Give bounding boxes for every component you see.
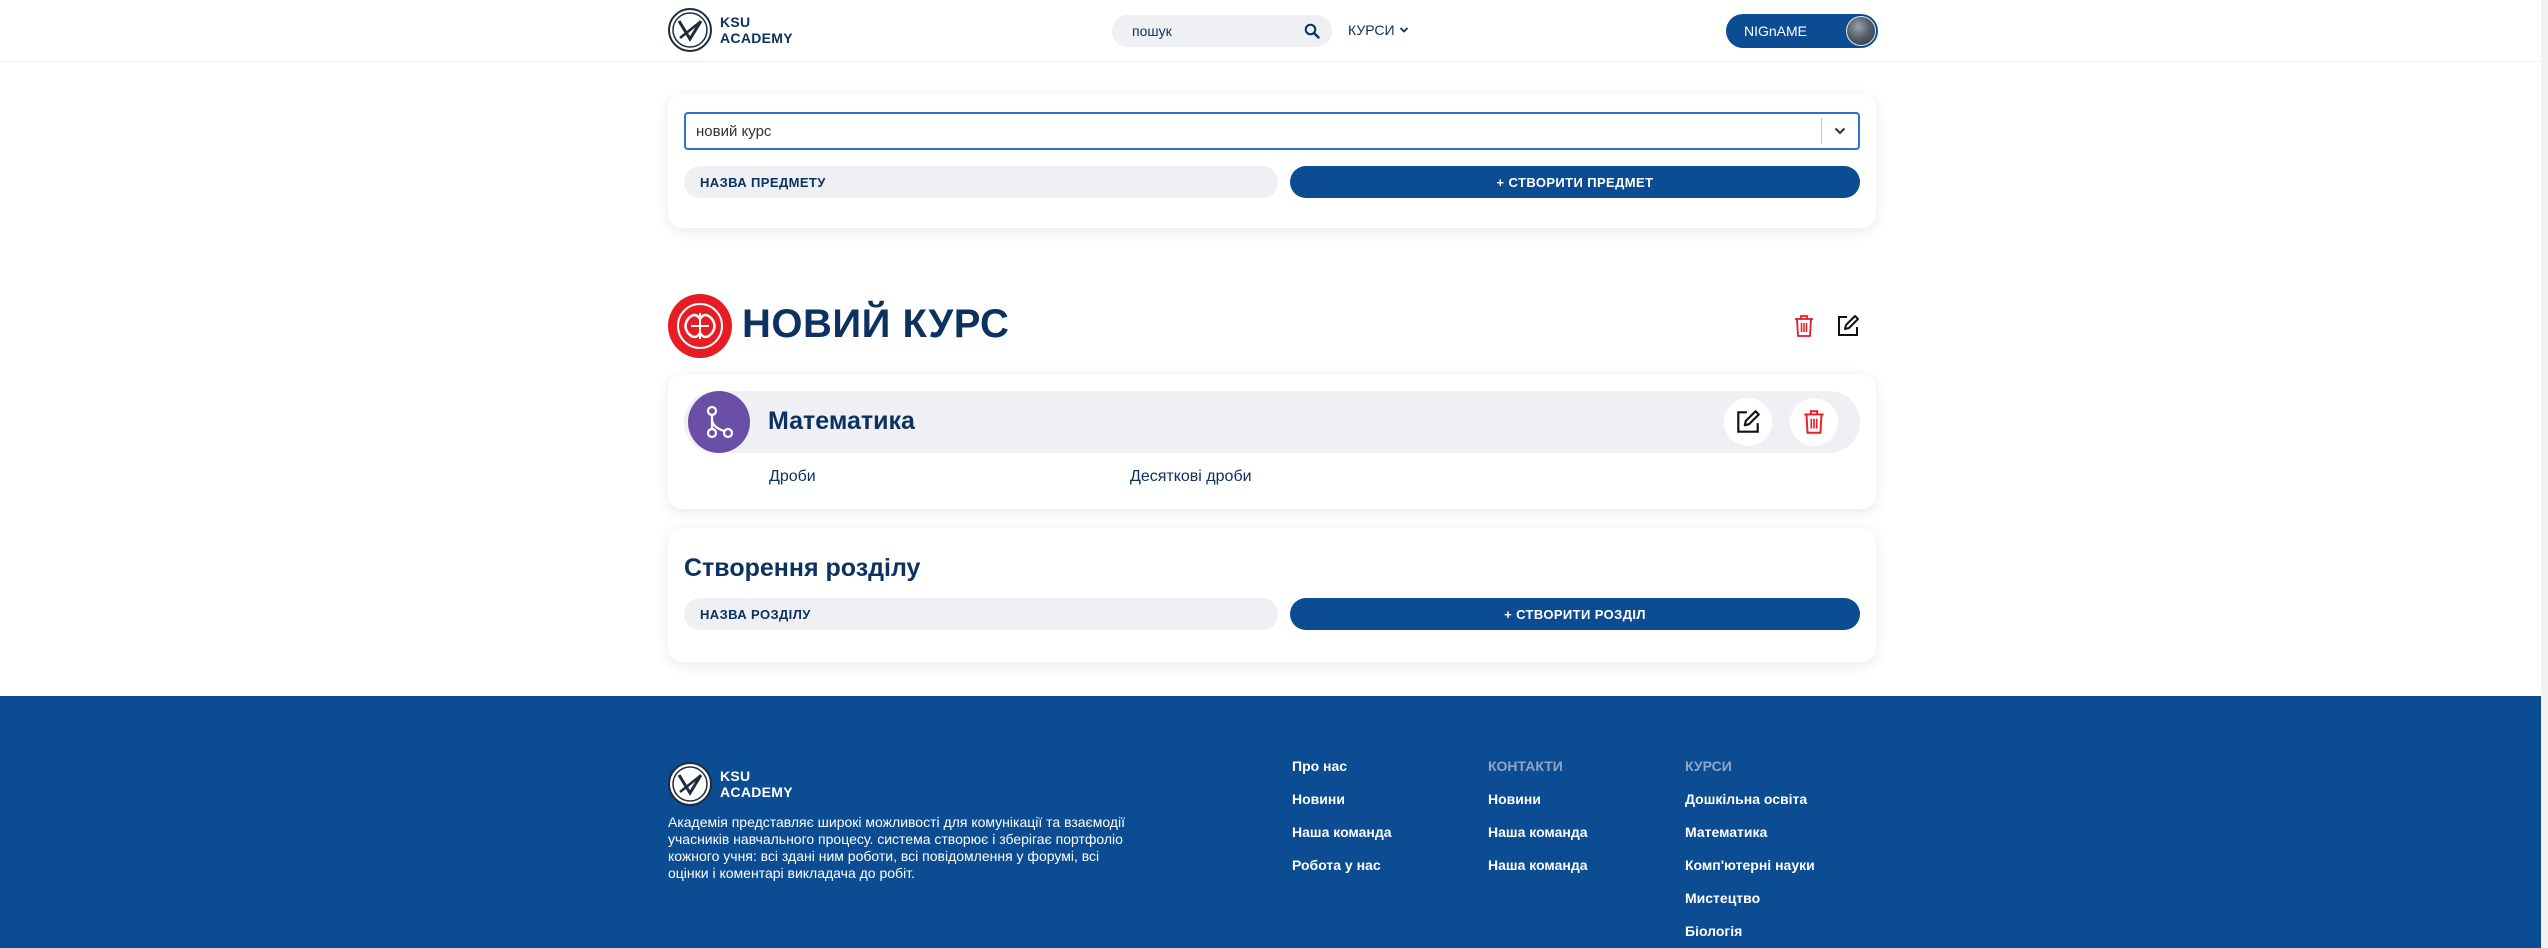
chevron-down-icon	[1399, 27, 1408, 33]
footer-description: Академія представляє широкі можливості д…	[668, 814, 1125, 881]
edit-icon	[1838, 315, 1859, 336]
section-name-input[interactable]: НАЗВА РОЗДІЛУ	[684, 598, 1278, 630]
footer: KSU ACADEMY Академія представляє широкі …	[0, 696, 2548, 948]
footer-link[interactable]: Робота у нас	[1292, 857, 1392, 876]
edit-course-button[interactable]	[1830, 308, 1866, 344]
course-select[interactable]: новий курс	[684, 112, 1860, 150]
footer-link[interactable]: Новини	[1292, 791, 1392, 810]
chevron-down-icon[interactable]	[1822, 124, 1858, 138]
logo-line-1: KSU	[720, 14, 751, 30]
subject-name-input[interactable]: НАЗВА ПРЕДМЕТУ	[684, 166, 1278, 198]
section-link[interactable]: Дроби	[769, 468, 816, 486]
footer-column-heading: КУРСИ	[1685, 758, 1732, 774]
logo-line-2: ACADEMY	[720, 30, 793, 46]
create-section-heading: Створення розділу	[684, 554, 921, 582]
branch-icon	[688, 391, 750, 453]
logo-line-2: ACADEMY	[720, 784, 793, 800]
search-input[interactable]: пошук	[1112, 15, 1332, 47]
footer-column-courses: КУРСИ Дошкільна освіта Математика Комп'ю…	[1685, 758, 1815, 948]
edit-subject-button[interactable]	[1724, 398, 1772, 446]
subject-row[interactable]: Математика	[684, 391, 1860, 453]
footer-column-heading: КОНТАКТИ	[1488, 758, 1563, 774]
top-navbar: KSU ACADEMY пошук КУРСИ NIGnAME	[0, 0, 2548, 62]
courses-dropdown[interactable]: КУРСИ	[1348, 22, 1409, 38]
create-subject-button[interactable]: + СТВОРИТИ ПРЕДМЕТ	[1290, 166, 1860, 198]
trash-icon	[1804, 410, 1824, 434]
delete-course-button[interactable]	[1786, 308, 1822, 344]
search-icon[interactable]	[1304, 23, 1320, 39]
create-section-card: Створення розділу НАЗВА РОЗДІЛУ + СТВОРИ…	[668, 528, 1876, 662]
course-title: НОВИЙ КУРС	[742, 302, 1010, 346]
user-menu-button[interactable]: NIGnAME	[1726, 14, 1878, 48]
course-emblem-icon	[668, 294, 732, 358]
subject-card: Математика Дроби Десяткові дроби	[668, 375, 1876, 509]
logo-emblem-icon	[668, 8, 712, 52]
footer-link[interactable]: Про нас	[1292, 758, 1392, 777]
logo-line-1: KSU	[720, 768, 751, 784]
footer-link[interactable]: Комп'ютерні науки	[1685, 857, 1815, 876]
footer-link[interactable]: Наша команда	[1488, 824, 1588, 843]
footer-link[interactable]: Математика	[1685, 824, 1815, 843]
subject-name: Математика	[768, 407, 915, 435]
edit-icon	[1737, 410, 1760, 433]
footer-link[interactable]: Мистецтво	[1685, 890, 1815, 909]
user-name: NIGnAME	[1744, 23, 1808, 39]
course-picker-card: новий курс НАЗВА ПРЕДМЕТУ + СТВОРИТИ ПРЕ…	[668, 94, 1876, 228]
create-section-button[interactable]: + СТВОРИТИ РОЗДІЛ	[1290, 598, 1860, 630]
footer-link[interactable]: Новини	[1488, 791, 1588, 810]
footer-logo[interactable]: KSU ACADEMY	[668, 762, 793, 806]
footer-column-about: Про нас Новини Наша команда Робота у нас	[1292, 758, 1392, 890]
footer-link[interactable]: Наша команда	[1292, 824, 1392, 843]
course-header: НОВИЙ КУРС	[668, 294, 1876, 358]
footer-link[interactable]: Дошкільна освіта	[1685, 791, 1815, 810]
search-placeholder: пошук	[1132, 23, 1172, 39]
footer-link[interactable]: Біологія	[1685, 923, 1815, 942]
logo-emblem-icon	[668, 762, 712, 806]
trash-icon	[1795, 315, 1813, 337]
selected-course: новий курс	[696, 122, 772, 140]
avatar	[1846, 16, 1876, 46]
courses-label: КУРСИ	[1348, 22, 1395, 38]
footer-link[interactable]: Наша команда	[1488, 857, 1588, 876]
page-scrollbar[interactable]	[2541, 0, 2548, 948]
site-logo[interactable]: KSU ACADEMY	[668, 8, 793, 52]
section-link[interactable]: Десяткові дроби	[1130, 468, 1252, 486]
footer-column-contacts: КОНТАКТИ Новини Наша команда Наша команд…	[1488, 758, 1588, 890]
delete-subject-button[interactable]	[1790, 398, 1838, 446]
